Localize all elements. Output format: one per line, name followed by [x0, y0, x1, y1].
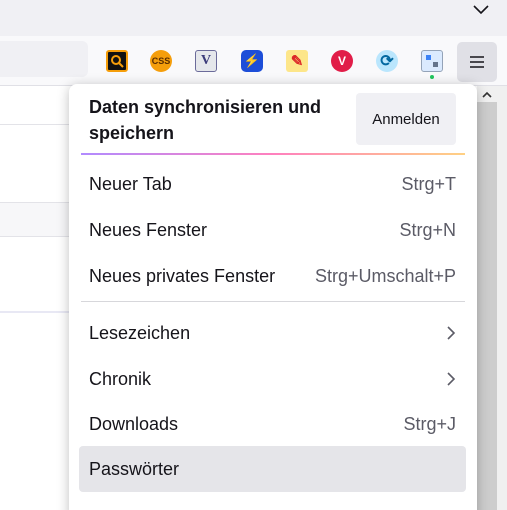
sync-extension-label: ⟳ — [380, 53, 394, 70]
edit-extension-icon[interactable]: ✎ — [286, 50, 308, 72]
extension-badge-dot — [430, 75, 434, 79]
css-extension-label: CSS — [151, 56, 171, 66]
divider — [0, 311, 80, 313]
menu-item-history[interactable]: Chronik — [79, 361, 466, 397]
vivaldi-extension-icon[interactable]: V — [331, 50, 353, 72]
menu-item-downloads[interactable]: Downloads Strg+J — [79, 406, 466, 442]
hamburger-icon — [470, 56, 484, 68]
lightning-extension-label: ⚡ — [243, 53, 261, 68]
menu-item-label: Downloads — [89, 413, 179, 434]
menu-item-shortcut: Strg+Umschalt+P — [314, 265, 456, 286]
scroll-thumb[interactable] — [477, 102, 497, 510]
menu-item-label: Lesezeichen — [89, 322, 191, 343]
chevron-right-icon — [447, 326, 456, 340]
menu-separator — [81, 301, 465, 302]
divider — [0, 236, 80, 237]
vivaldi-extension-label: V — [337, 54, 346, 68]
css-extension-icon[interactable]: CSS — [150, 50, 172, 72]
sync-extension-icon[interactable]: ⟳ — [376, 50, 398, 72]
menu-item-label: Neuer Tab — [89, 173, 172, 194]
menu-item-new-window[interactable]: Neues Fenster Strg+N — [79, 212, 466, 248]
divider — [0, 202, 80, 203]
menu-item-passwords[interactable]: Passwörter — [79, 446, 466, 492]
menu-item-shortcut: Strg+N — [399, 219, 456, 240]
menu-item-new-private-window[interactable]: Neues privates Fenster Strg+Umschalt+P — [79, 258, 466, 294]
divider — [0, 124, 80, 125]
scrollbar[interactable] — [477, 86, 507, 510]
search-extension-icon[interactable] — [106, 50, 128, 72]
lightning-extension-icon[interactable]: ⚡ — [241, 50, 263, 72]
menu-item-new-tab[interactable]: Neuer Tab Strg+T — [79, 166, 466, 202]
chevron-down-icon — [473, 5, 489, 15]
sync-heading: Daten synchronisieren und speichern — [89, 97, 322, 143]
accent-separator — [81, 153, 465, 155]
url-bar[interactable] — [0, 41, 88, 77]
app-menu-panel: Daten synchronisieren und speichern Anme… — [69, 84, 477, 510]
chevron-up-icon — [482, 91, 492, 98]
menu-item-label: Chronik — [89, 368, 152, 389]
menu-item-label: Passwörter — [89, 458, 180, 479]
menu-item-label: Neues privates Fenster — [89, 265, 276, 286]
scroll-up-button[interactable] — [479, 88, 495, 100]
chevron-right-icon — [447, 372, 456, 386]
puzzle-extension-icon[interactable] — [421, 50, 443, 72]
v-extension-label: V — [200, 53, 212, 68]
menu-item-shortcut: Strg+J — [403, 413, 456, 434]
sign-in-button[interactable]: Anmelden — [356, 93, 456, 145]
menu-item-bookmarks[interactable]: Lesezeichen — [79, 315, 466, 351]
list-all-tabs-button[interactable] — [469, 0, 493, 20]
page-band — [0, 202, 80, 236]
app-menu-button[interactable] — [457, 42, 497, 82]
menu-item-shortcut: Strg+T — [401, 173, 456, 194]
menu-item-label: Neues Fenster — [89, 219, 208, 240]
tab-strip — [0, 0, 507, 36]
v-extension-icon[interactable]: V — [195, 50, 217, 72]
edit-extension-label: ✎ — [290, 53, 304, 70]
